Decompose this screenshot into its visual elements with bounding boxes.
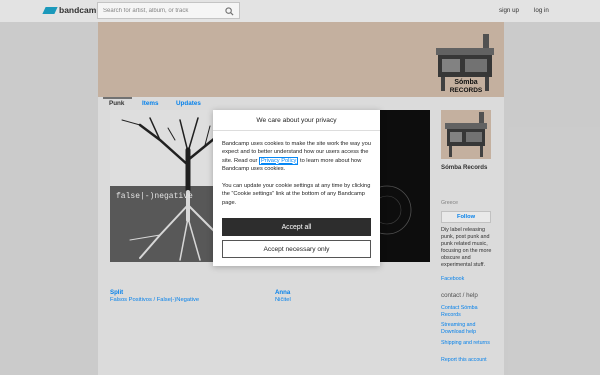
accept-necessary-button[interactable]: Accept necessary only <box>222 240 371 258</box>
cookie-paragraph-1: Bandcamp uses cookies to make the site w… <box>222 140 373 173</box>
privacy-policy-link[interactable]: Privacy Policy <box>259 156 299 165</box>
cookie-paragraph-2: You can update your cookie settings at a… <box>222 183 371 206</box>
accept-all-button[interactable]: Accept all <box>222 218 371 236</box>
cookie-dialog-title: We care about your privacy <box>213 110 380 131</box>
cookie-consent-dialog: We care about your privacy Bandcamp uses… <box>213 110 380 266</box>
